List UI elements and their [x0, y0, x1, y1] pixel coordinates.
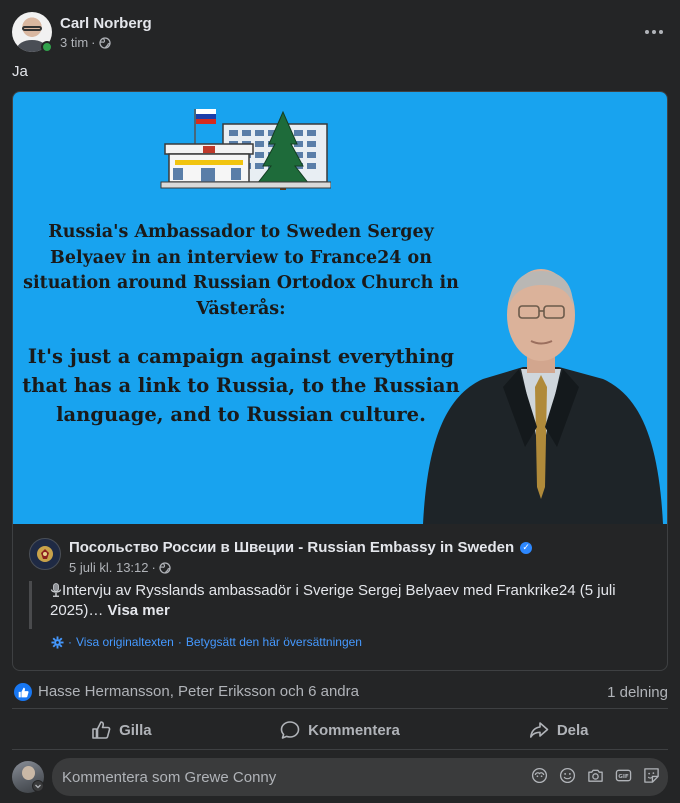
- like-label: Gilla: [119, 721, 152, 739]
- gear-icon: [51, 635, 64, 649]
- sticker-icon[interactable]: [643, 767, 660, 784]
- see-more-link[interactable]: Visa mer: [108, 602, 170, 619]
- avatar-sticker-icon[interactable]: [531, 767, 548, 784]
- shared-post-meta: 5 juli kl. 13:12 ·: [69, 560, 171, 575]
- post-time[interactable]: 3 tim: [60, 35, 88, 50]
- gif-icon[interactable]: GIF: [615, 767, 632, 784]
- embassy-avatar[interactable]: [29, 538, 61, 570]
- comment-icon: [280, 721, 300, 739]
- ambassador-portrait: [423, 269, 663, 524]
- reactions-bar: Hasse Hermansson, Peter Eriksson och 6 a…: [12, 682, 668, 702]
- author-name[interactable]: Carl Norberg: [60, 15, 152, 32]
- shared-page-info: Посольство России в Швеции - Russian Emb…: [29, 538, 659, 578]
- share-button[interactable]: Dela: [449, 712, 668, 748]
- shared-post-text-block: Intervju av Rysslands ambassadör i Sveri…: [29, 581, 659, 629]
- verified-icon: ✓: [520, 541, 533, 554]
- comment-label: Kommentera: [308, 721, 400, 739]
- translation-separator: ·: [177, 635, 182, 649]
- like-button[interactable]: Gilla: [12, 712, 231, 748]
- post-text: Ja: [12, 63, 28, 80]
- comment-button[interactable]: Kommentera: [231, 712, 450, 748]
- translation-row: · Visa originaltexten · Betygsätt den hä…: [51, 635, 362, 649]
- divider: [12, 708, 668, 709]
- embassy-building-illustration: [160, 109, 331, 190]
- shared-page-name[interactable]: Посольство России в Швеции - Russian Emb…: [69, 539, 533, 556]
- globe-icon: [98, 36, 111, 49]
- divider: [12, 749, 668, 750]
- shared-post-card[interactable]: Russia's Ambassador to Sweden Sergey Bel…: [12, 91, 668, 671]
- share-label: Dela: [556, 721, 589, 739]
- translation-separator: ·: [68, 635, 72, 649]
- reaction-names[interactable]: Hasse Hermansson, Peter Eriksson och 6 a…: [38, 683, 359, 700]
- post-meta: 3 tim ·: [60, 35, 111, 50]
- more-icon[interactable]: [640, 18, 668, 46]
- share-count[interactable]: 1 delning: [607, 684, 668, 701]
- online-status-icon: [41, 41, 53, 53]
- image-headline: Russia's Ambassador to Sweden Sergey Bel…: [23, 222, 459, 319]
- comment-composer: GIF: [52, 758, 668, 796]
- shared-meta-separator: ·: [151, 560, 156, 575]
- rate-translation-link[interactable]: Betygsätt den här översättningen: [186, 635, 362, 649]
- like-reaction-icon[interactable]: [14, 683, 32, 701]
- shared-post-date[interactable]: 5 juli kl. 13:12: [69, 560, 149, 575]
- post-header: Carl Norberg 3 tim ·: [12, 12, 668, 53]
- action-bar: Gilla Kommentera Dela: [12, 712, 668, 748]
- svg-text:GIF: GIF: [618, 774, 629, 780]
- shared-image[interactable]: Russia's Ambassador to Sweden Sergey Bel…: [13, 92, 667, 524]
- share-icon: [529, 722, 549, 738]
- globe-icon: [159, 561, 171, 574]
- comment-input[interactable]: [62, 758, 502, 796]
- chevron-down-icon[interactable]: [32, 780, 44, 792]
- post: Carl Norberg 3 tim · Ja Russia's Ambassa…: [0, 0, 680, 803]
- page-name-text[interactable]: Посольство России в Швеции - Russian Emb…: [69, 539, 514, 556]
- like-icon: [92, 721, 111, 739]
- mic-icon: [50, 583, 62, 597]
- meta-separator: ·: [91, 35, 96, 50]
- camera-icon[interactable]: [587, 767, 604, 784]
- image-quote: It's just a campaign against everything …: [22, 345, 460, 426]
- show-original-link[interactable]: Visa originaltexten: [76, 635, 174, 649]
- emoji-icon[interactable]: [559, 767, 576, 784]
- comment-tools: GIF: [531, 767, 660, 784]
